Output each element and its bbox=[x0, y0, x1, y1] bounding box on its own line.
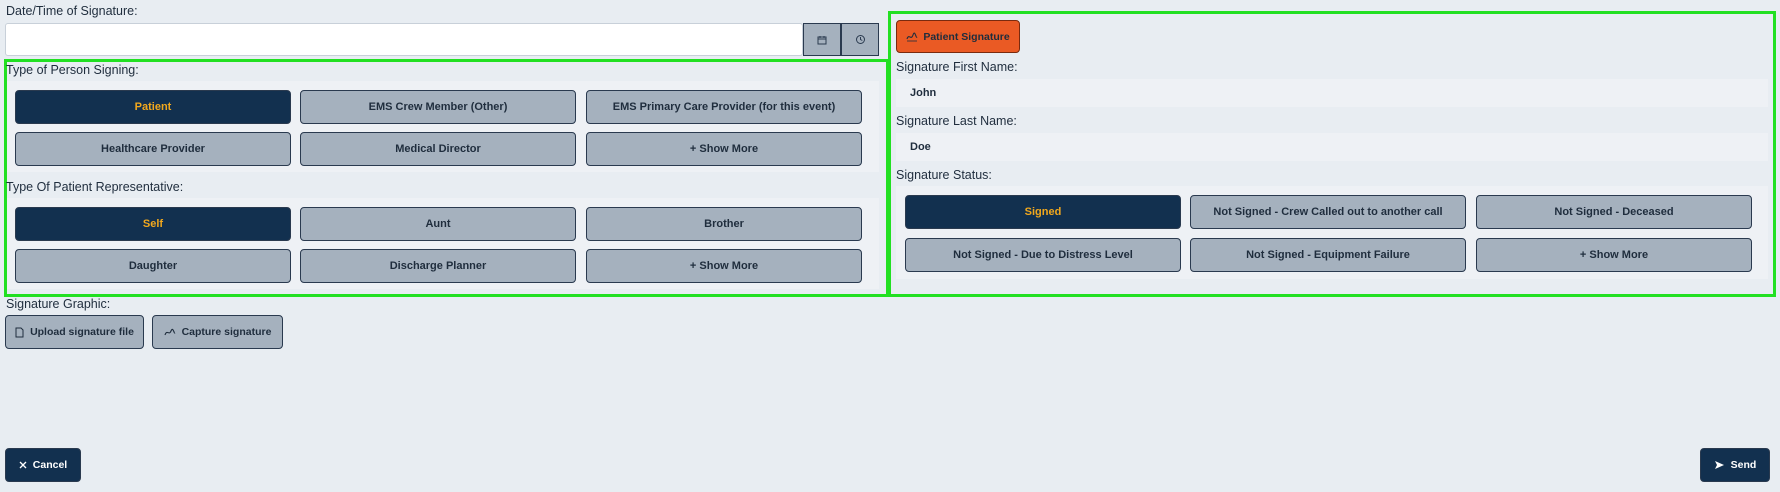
first-name-field[interactable]: John bbox=[896, 79, 1768, 107]
last-name-field[interactable]: Doe bbox=[896, 133, 1768, 161]
rep-option-daughter[interactable]: Daughter bbox=[15, 249, 291, 283]
capture-signature-label: Capture signature bbox=[181, 326, 272, 338]
status-option-show-more[interactable]: + Show More bbox=[1476, 238, 1752, 272]
upload-signature-button[interactable]: Upload signature file bbox=[5, 315, 144, 349]
signature-icon bbox=[906, 32, 918, 42]
rep-option-brother[interactable]: Brother bbox=[586, 207, 862, 241]
person-option-healthcare-provider[interactable]: Healthcare Provider bbox=[15, 132, 291, 166]
person-option-ems-crew[interactable]: EMS Crew Member (Other) bbox=[300, 90, 576, 124]
person-signing-label: Type of Person Signing: bbox=[6, 63, 139, 77]
person-option-medical-director[interactable]: Medical Director bbox=[300, 132, 576, 166]
send-label: Send bbox=[1730, 459, 1757, 471]
rep-option-self[interactable]: Self bbox=[15, 207, 291, 241]
signature-pen-icon bbox=[164, 327, 176, 337]
person-option-ems-primary[interactable]: EMS Primary Care Provider (for this even… bbox=[586, 90, 862, 124]
person-option-patient[interactable]: Patient bbox=[15, 90, 291, 124]
rep-option-aunt[interactable]: Aunt bbox=[300, 207, 576, 241]
signature-status-label: Signature Status: bbox=[896, 168, 992, 182]
rep-option-show-more[interactable]: + Show More bbox=[586, 249, 862, 283]
status-option-deceased[interactable]: Not Signed - Deceased bbox=[1476, 195, 1752, 229]
send-button[interactable]: Send bbox=[1700, 448, 1770, 482]
first-name-value: John bbox=[910, 87, 937, 99]
history-icon bbox=[855, 34, 866, 45]
rep-option-discharge-planner[interactable]: Discharge Planner bbox=[300, 249, 576, 283]
signature-graphic-label: Signature Graphic: bbox=[6, 297, 111, 311]
capture-signature-button[interactable]: Capture signature bbox=[152, 315, 283, 349]
file-icon bbox=[15, 327, 24, 338]
patient-signature-button[interactable]: Patient Signature bbox=[896, 20, 1020, 53]
cancel-button[interactable]: Cancel bbox=[5, 448, 81, 482]
last-name-label: Signature Last Name: bbox=[896, 114, 1017, 128]
status-option-equipment-failure[interactable]: Not Signed - Equipment Failure bbox=[1190, 238, 1466, 272]
upload-signature-label: Upload signature file bbox=[30, 326, 134, 338]
cancel-label: Cancel bbox=[32, 459, 68, 471]
history-button[interactable] bbox=[841, 23, 879, 56]
date-time-label: Date/Time of Signature: bbox=[6, 4, 138, 18]
last-name-value: Doe bbox=[910, 141, 931, 153]
status-option-crew-called-out[interactable]: Not Signed - Crew Called out to another … bbox=[1190, 195, 1466, 229]
calendar-button[interactable] bbox=[803, 23, 841, 56]
status-option-distress-level[interactable]: Not Signed - Due to Distress Level bbox=[905, 238, 1181, 272]
first-name-label: Signature First Name: bbox=[896, 60, 1018, 74]
send-icon bbox=[1714, 460, 1725, 470]
date-time-input[interactable] bbox=[5, 23, 803, 56]
calendar-icon bbox=[817, 35, 827, 45]
patient-rep-label: Type Of Patient Representative: bbox=[6, 180, 184, 194]
person-option-show-more[interactable]: + Show More bbox=[586, 132, 862, 166]
close-icon bbox=[19, 461, 27, 469]
status-option-signed[interactable]: Signed bbox=[905, 195, 1181, 229]
patient-signature-label: Patient Signature bbox=[923, 30, 1010, 43]
